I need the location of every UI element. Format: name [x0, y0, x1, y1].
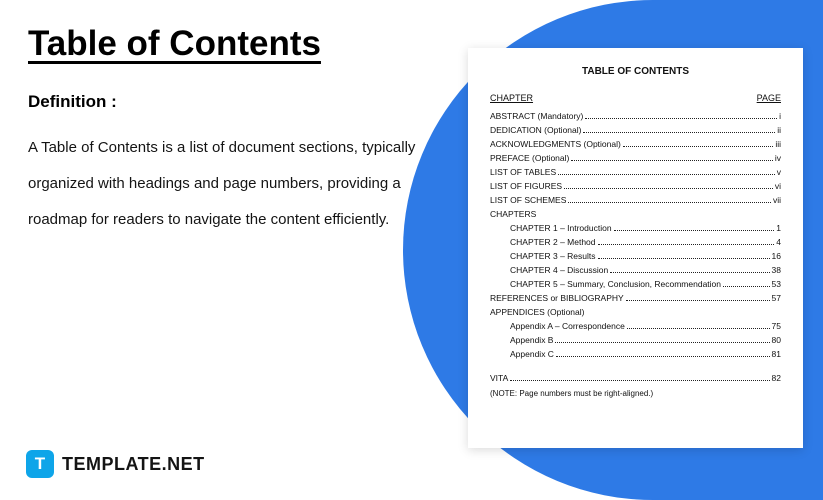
toc-row: LIST OF SCHEMES vii [490, 195, 781, 205]
toc-page: 16 [772, 251, 781, 261]
toc-label: ACKNOWLEDGMENTS (Optional) [490, 139, 621, 149]
definition-text: A Table of Contents is a list of documen… [28, 130, 418, 238]
toc-label: CHAPTER 2 – Method [510, 237, 596, 247]
toc-label: LIST OF SCHEMES [490, 195, 566, 205]
toc-page: 81 [772, 349, 781, 359]
page-title: Table of Contents [28, 24, 418, 64]
toc-dots [626, 300, 770, 301]
toc-row: Appendix A – Correspondence 75 [490, 321, 781, 331]
toc-dots [585, 118, 777, 119]
chapters-heading: CHAPTERS [490, 209, 781, 219]
doc-title: TABLE OF CONTENTS [490, 66, 781, 77]
toc-row: LIST OF TABLES v [490, 167, 781, 177]
toc-label: ABSTRACT (Mandatory) [490, 111, 583, 121]
brand-name: TEMPLATE.NET [62, 454, 205, 475]
toc-dots [610, 272, 769, 273]
toc-label: LIST OF FIGURES [490, 181, 562, 191]
toc-row-references: REFERENCES or BIBLIOGRAPHY 57 [490, 293, 781, 303]
toc-row: Appendix B 80 [490, 335, 781, 345]
document-preview: TABLE OF CONTENTS CHAPTER PAGE ABSTRACT … [468, 48, 803, 448]
toc-page: ii [777, 125, 781, 135]
toc-label: VITA [490, 373, 508, 383]
toc-label: Appendix B [510, 335, 553, 345]
toc-label: Appendix C [510, 349, 554, 359]
toc-page: 75 [772, 321, 781, 331]
toc-label: PREFACE (Optional) [490, 153, 569, 163]
toc-dots [627, 328, 770, 329]
toc-page: 4 [776, 237, 781, 247]
toc-page: 53 [772, 279, 781, 289]
toc-appendices: Appendix A – Correspondence 75 Appendix … [490, 321, 781, 359]
toc-page: vi [775, 181, 781, 191]
toc-label: CHAPTER 5 – Summary, Conclusion, Recomme… [510, 279, 721, 289]
toc-dots [510, 380, 769, 381]
toc-row: ACKNOWLEDGMENTS (Optional) iii [490, 139, 781, 149]
toc-dots [614, 230, 775, 231]
toc-gap [490, 363, 781, 373]
toc-label: REFERENCES or BIBLIOGRAPHY [490, 293, 624, 303]
toc-page: 1 [776, 223, 781, 233]
doc-header-left: CHAPTER [490, 93, 533, 103]
toc-dots [598, 258, 770, 259]
toc-entries-top: ABSTRACT (Mandatory) i DEDICATION (Optio… [490, 111, 781, 205]
toc-dots [556, 356, 770, 357]
toc-row: CHAPTER 3 – Results 16 [490, 251, 781, 261]
toc-row: LIST OF FIGURES vi [490, 181, 781, 191]
toc-dots [571, 160, 772, 161]
toc-label: CHAPTER 1 – Introduction [510, 223, 612, 233]
appendices-heading: APPENDICES (Optional) [490, 307, 781, 317]
doc-note: (NOTE: Page numbers must be right-aligne… [490, 389, 781, 398]
left-panel: Table of Contents Definition : A Table o… [28, 24, 418, 238]
toc-dots [623, 146, 773, 147]
toc-page: 38 [772, 265, 781, 275]
toc-row: CHAPTER 1 – Introduction 1 [490, 223, 781, 233]
toc-page: 80 [772, 335, 781, 345]
toc-dots [598, 244, 775, 245]
toc-row: Appendix C 81 [490, 349, 781, 359]
toc-row-vita: VITA 82 [490, 373, 781, 383]
toc-dots [558, 174, 775, 175]
toc-label: DEDICATION (Optional) [490, 125, 581, 135]
toc-page: iv [775, 153, 781, 163]
toc-page: v [777, 167, 781, 177]
brand-icon: T [26, 450, 54, 478]
toc-row: PREFACE (Optional) iv [490, 153, 781, 163]
brand-footer: T TEMPLATE.NET [26, 450, 205, 478]
doc-header-row: CHAPTER PAGE [490, 93, 781, 103]
toc-chapters: CHAPTER 1 – Introduction 1 CHAPTER 2 – M… [490, 223, 781, 289]
toc-label: LIST OF TABLES [490, 167, 556, 177]
toc-row: CHAPTER 5 – Summary, Conclusion, Recomme… [490, 279, 781, 289]
toc-dots [583, 132, 775, 133]
toc-label: CHAPTER 4 – Discussion [510, 265, 608, 275]
toc-page: i [779, 111, 781, 121]
toc-page: vii [773, 195, 781, 205]
doc-header-right: PAGE [757, 93, 781, 103]
toc-row: DEDICATION (Optional) ii [490, 125, 781, 135]
toc-dots [723, 286, 770, 287]
toc-dots [568, 202, 771, 203]
toc-page: 82 [772, 373, 781, 383]
toc-label: CHAPTER 3 – Results [510, 251, 596, 261]
toc-dots [564, 188, 773, 189]
toc-page: 57 [772, 293, 781, 303]
definition-label: Definition : [28, 92, 418, 112]
toc-row: ABSTRACT (Mandatory) i [490, 111, 781, 121]
toc-label: Appendix A – Correspondence [510, 321, 625, 331]
toc-row: CHAPTER 2 – Method 4 [490, 237, 781, 247]
toc-page: iii [775, 139, 781, 149]
toc-row: CHAPTER 4 – Discussion 38 [490, 265, 781, 275]
toc-dots [555, 342, 769, 343]
